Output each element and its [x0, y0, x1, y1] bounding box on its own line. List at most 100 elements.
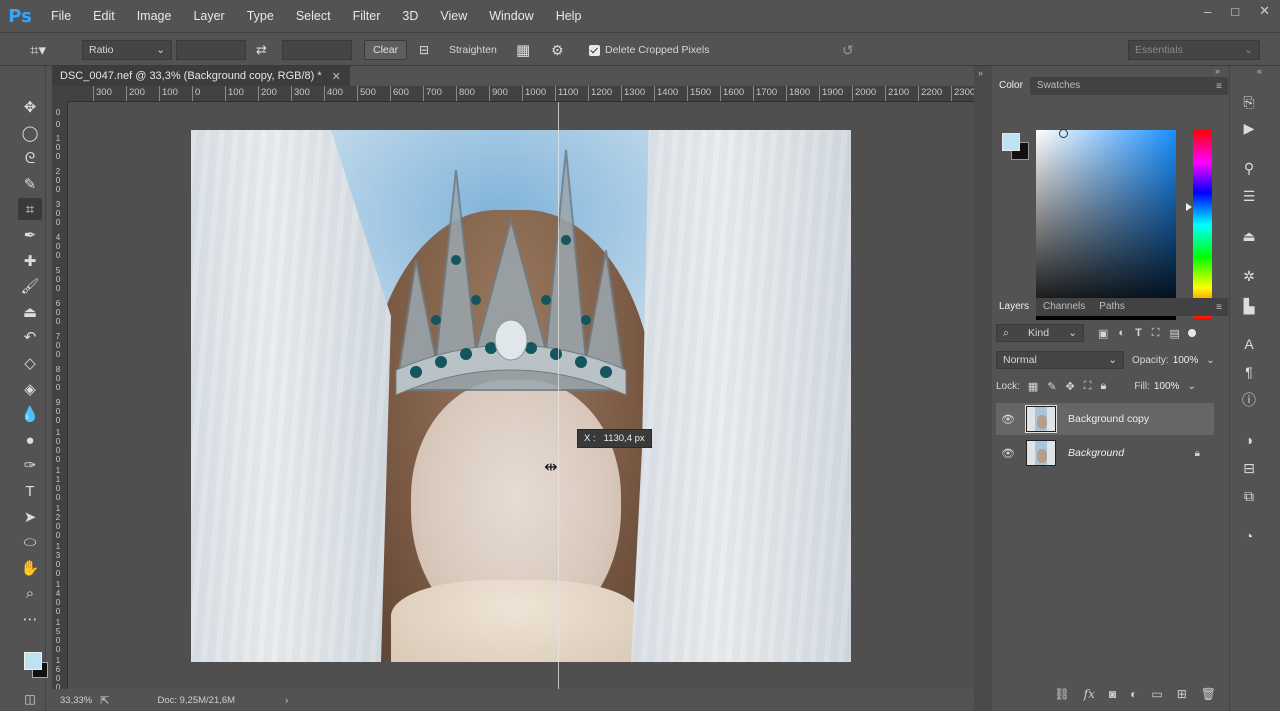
eye-icon[interactable]: 👁︎ — [1000, 413, 1016, 426]
new-group-icon[interactable]: ▭ — [1151, 687, 1162, 701]
menu-image[interactable]: Image — [126, 0, 183, 32]
pen-tool-icon[interactable]: ✑ — [18, 454, 42, 476]
document-canvas[interactable]: ⇹ X : 1130,4 px — [68, 102, 974, 689]
collapse-arrow-icon[interactable]: » — [978, 68, 983, 78]
collapse-arrow-icon[interactable]: » — [1215, 66, 1220, 76]
info-panel-icon[interactable]: ⓘ — [1239, 390, 1259, 410]
styles-panel-icon[interactable]: ✲ — [1239, 266, 1259, 286]
crop-guide-line[interactable] — [558, 102, 559, 689]
ellipse-tool-icon[interactable]: ⬭ — [18, 531, 42, 553]
eyedropper-tool-icon[interactable]: ✒ — [18, 224, 42, 246]
character-panel-icon[interactable]: A — [1239, 334, 1259, 354]
gear-icon[interactable]: ⚙ — [551, 40, 564, 60]
brush-presets-icon[interactable]: ⚲ — [1239, 158, 1259, 178]
chevron-down-icon[interactable]: ⌄ — [1187, 381, 1195, 392]
zoom-level[interactable]: 33,33% — [60, 695, 92, 706]
tab-channels[interactable]: Channels — [1036, 298, 1092, 316]
layer-name[interactable]: Background copy — [1068, 413, 1149, 425]
overlay-grid-icon[interactable]: ▦ — [516, 40, 530, 60]
dodge-tool-icon[interactable]: ● — [18, 429, 42, 451]
lock-artboard-icon[interactable]: ⛶ — [1084, 380, 1092, 393]
filter-toggle-icon[interactable] — [1187, 329, 1196, 337]
straighten-label[interactable]: Straighten — [449, 40, 497, 60]
paint-bucket-tool-icon[interactable]: ◈ — [18, 378, 42, 400]
add-mask-icon[interactable]: ◙ — [1109, 687, 1116, 701]
hue-slider[interactable] — [1193, 130, 1212, 320]
lock-pixels-icon[interactable]: ✎ — [1047, 380, 1056, 393]
actions-panel-icon[interactable]: ▶ — [1239, 118, 1259, 138]
brush-tool-icon[interactable]: 🖌 — [18, 275, 42, 297]
quick-mask-icon[interactable]: ◫ — [18, 688, 42, 710]
more-tools-icon[interactable]: ⋯ — [18, 608, 42, 630]
filter-kind-dropdown[interactable]: ⌕ Kind ⌄ — [996, 324, 1084, 342]
tab-color[interactable]: Color — [992, 77, 1030, 95]
marquee-tool-icon[interactable]: ◯ — [18, 122, 42, 144]
collapse-arrow-icon[interactable]: « — [1257, 66, 1262, 76]
menu-file[interactable]: File — [40, 0, 82, 32]
lock-transparency-icon[interactable]: ▦ — [1028, 380, 1038, 393]
straighten-icon[interactable]: ⊟ — [419, 40, 429, 60]
timeline-panel-icon[interactable]: ◔ — [1239, 526, 1259, 546]
type-filter-icon[interactable]: T — [1135, 327, 1142, 339]
menu-view[interactable]: View — [429, 0, 478, 32]
tab-paths[interactable]: Paths — [1092, 298, 1132, 316]
close-icon[interactable]: ✕ — [332, 70, 341, 83]
hue-marker-icon[interactable] — [1186, 203, 1192, 211]
tab-swatches[interactable]: Swatches — [1030, 77, 1087, 95]
layer-name[interactable]: Background — [1068, 447, 1124, 459]
ratio-dropdown[interactable]: Ratio ⌄ — [82, 40, 172, 60]
menu-type[interactable]: Type — [236, 0, 285, 32]
menu-help[interactable]: Help — [545, 0, 593, 32]
minimize-button[interactable]: – — [1204, 4, 1211, 19]
eye-icon[interactable]: 👁︎ — [1000, 447, 1016, 460]
foreground-color-swatch[interactable] — [1002, 133, 1020, 151]
new-layer-icon[interactable]: ⊞ — [1177, 687, 1187, 701]
delete-cropped-checkbox[interactable]: Delete Cropped Pixels — [589, 40, 709, 60]
hand-tool-icon[interactable]: ✋ — [18, 557, 42, 579]
menu-filter[interactable]: Filter — [342, 0, 392, 32]
navigator-panel-icon[interactable]: ◑ — [1239, 430, 1259, 450]
adjustment-layer-icon[interactable]: ◐ — [1130, 687, 1137, 701]
color-picker-field[interactable] — [1036, 130, 1176, 320]
path-select-tool-icon[interactable]: ➤ — [18, 506, 42, 528]
swap-icon[interactable]: ⇄ — [256, 40, 267, 60]
chevron-down-icon[interactable]: ⌄ — [1206, 355, 1214, 366]
paragraph-panel-icon[interactable]: ¶ — [1239, 362, 1259, 382]
quick-select-tool-icon[interactable]: ✎ — [18, 173, 42, 195]
history-panel-icon[interactable]: ⎘ — [1239, 92, 1259, 112]
height-field[interactable] — [282, 40, 352, 60]
fx-icon[interactable]: fx — [1084, 687, 1095, 701]
opacity-value[interactable]: 100% — [1173, 355, 1199, 366]
image-filter-icon[interactable]: ▣ — [1098, 327, 1108, 340]
history-brush-tool-icon[interactable]: ↶ — [18, 326, 42, 348]
layer-comps-icon[interactable]: ⧉ — [1239, 486, 1259, 506]
maximize-button[interactable]: □ — [1231, 4, 1239, 19]
blur-tool-icon[interactable]: 💧 — [18, 403, 42, 425]
panel-menu-icon[interactable]: ≡ — [1216, 302, 1222, 313]
reset-icon[interactable]: ↺ — [842, 40, 854, 60]
zoom-tool-icon[interactable]: ⌕ — [18, 582, 42, 604]
type-tool-icon[interactable]: T — [18, 480, 42, 502]
tab-layers[interactable]: Layers — [992, 298, 1037, 316]
clone-stamp-tool-icon[interactable]: ⏏ — [18, 301, 42, 323]
menu-window[interactable]: Window — [478, 0, 544, 32]
move-tool-icon[interactable]: ✥ — [18, 96, 42, 118]
trash-icon[interactable]: 🗑︎ — [1201, 687, 1216, 701]
export-icon[interactable]: ⇱ — [100, 694, 109, 707]
eraser-tool-icon[interactable]: ◇ — [18, 352, 42, 374]
blend-mode-dropdown[interactable]: Normal ⌄ — [996, 351, 1124, 369]
foreground-color-swatch[interactable] — [24, 652, 42, 670]
layer-row-background[interactable]: 👁︎ Background 🔒︎ — [996, 437, 1214, 469]
adjustment-filter-icon[interactable]: ◐ — [1118, 327, 1125, 339]
histogram-panel-icon[interactable]: ▙ — [1239, 296, 1259, 316]
layer-row-background-copy[interactable]: 👁︎ Background copy — [996, 403, 1214, 435]
shape-filter-icon[interactable]: ⛶ — [1152, 327, 1160, 340]
crop-tool-preset-icon[interactable]: ⌗▾ — [30, 40, 46, 60]
properties-panel-icon[interactable]: ⊟ — [1239, 458, 1259, 478]
clear-button[interactable]: Clear — [364, 40, 408, 60]
fill-value[interactable]: 100% — [1154, 381, 1180, 392]
adjustments-panel-icon[interactable]: ☰ — [1239, 186, 1259, 206]
width-field[interactable] — [176, 40, 246, 60]
lock-all-icon[interactable]: 🔒︎ — [1100, 380, 1106, 393]
menu-edit[interactable]: Edit — [82, 0, 126, 32]
